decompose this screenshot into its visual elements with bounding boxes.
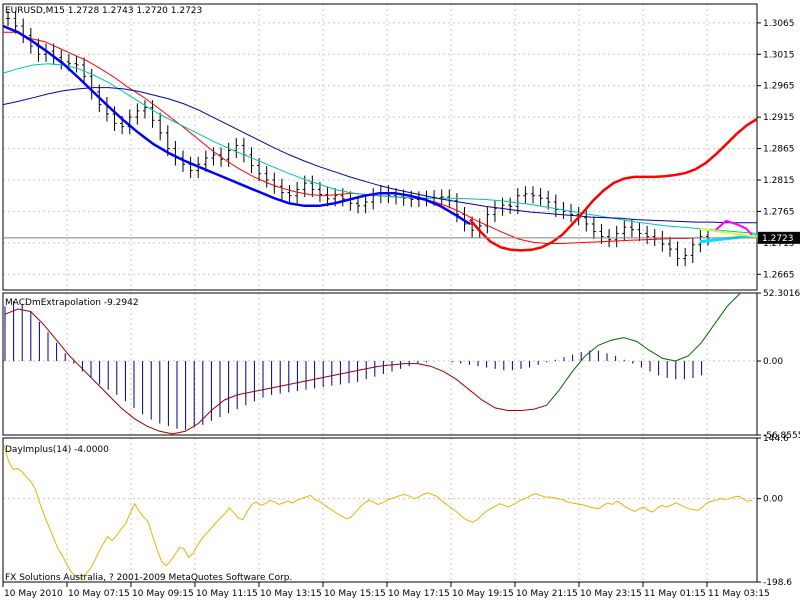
y-tick-label: 0.00 [763, 495, 783, 505]
x-tick-label: 10 May 21:15 [516, 589, 578, 599]
x-tick-label: 11 May 03:15 [708, 589, 770, 599]
x-tick-label: 11 May 01:15 [644, 589, 706, 599]
x-tick-label: 10 May 15:15 [324, 589, 386, 599]
y-tick-label: 1.2665 [763, 270, 795, 280]
x-tick-label: 10 May 17:15 [388, 589, 450, 599]
y-tick-label: 1.2915 [763, 113, 795, 123]
x-tick-label: 10 May 07:15 [68, 589, 130, 599]
y-tick-label: 1.2965 [763, 82, 795, 92]
y-tick-label: -198.6 [763, 578, 792, 588]
y-tick-label: 1.3065 [763, 19, 795, 29]
x-tick-label: 10 May 09:15 [132, 589, 194, 599]
x-tick-label: 10 May 23:15 [580, 589, 642, 599]
x-tick-label: 10 May 11:15 [196, 589, 258, 599]
trading-chart[interactable]: 1.3065 1.3015 1.2965 1.2915 1.2865 1.2815 1.27… [0, 0, 800, 600]
price-panel-title: EURUSD,M15 1.2728 1.2743 1.2720 1.2723 [5, 6, 202, 16]
y-tick-label: 1.2815 [763, 176, 795, 186]
x-tick-label: 10 May 2010 [4, 589, 63, 599]
macd-panel-title: MACDmExtrapolation -9.2942 [5, 298, 139, 308]
y-tick-label: 52.3016 [763, 289, 800, 299]
y-tick-label: 1.3015 [763, 50, 795, 60]
y-tick-label: 0.00 [763, 357, 783, 367]
x-tick-label: 10 May 13:15 [260, 589, 322, 599]
y-tick-label: 144.6 [763, 434, 789, 444]
y-tick-label: 1.2865 [763, 145, 795, 155]
current-price-label: 1.2723 [762, 234, 794, 244]
x-tick-label: 10 May 19:15 [452, 589, 514, 599]
y-tick-label: 1.2765 [763, 207, 795, 217]
dayimpulse-panel-title: DayImplus(14) -4.0000 [5, 445, 109, 455]
copyright-text: FX Solutions Australia, ? 2001-2009 Meta… [5, 573, 292, 583]
